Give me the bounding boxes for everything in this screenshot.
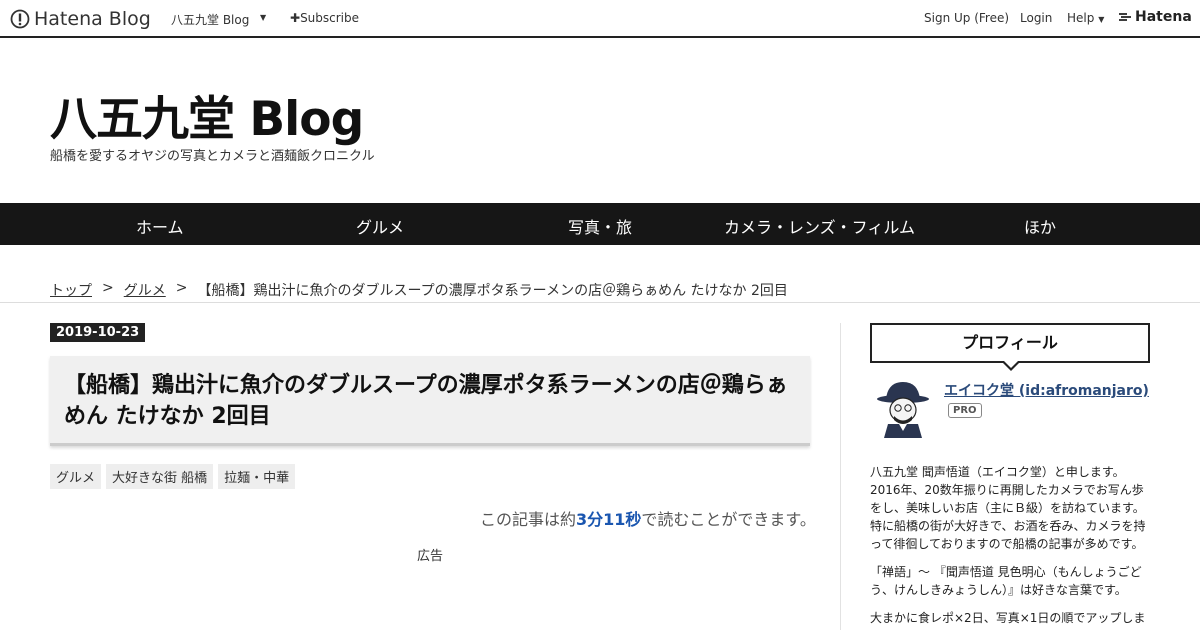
blog-name-link[interactable]: 八五九堂 Blog xyxy=(171,11,249,28)
profile-description: 八五九堂 聞声悟道（エイコク堂）と申します。2016年、20数年振りに再開したカ… xyxy=(870,463,1155,630)
blog-title[interactable]: 八五九堂 Blog xyxy=(50,80,364,149)
subscribe-label: Subscribe xyxy=(300,11,360,25)
reading-time-value: 3分11秒 xyxy=(576,510,642,529)
heading-arrow-inner xyxy=(1003,360,1019,368)
hatena-brand-label: Hatena xyxy=(1135,9,1192,25)
profile-paragraph: 八五九堂 聞声悟道（エイコク堂）と申します。2016年、20数年振りに再開したカ… xyxy=(870,465,1146,551)
plus-icon: ✚ xyxy=(290,11,301,25)
nav-item-photo-travel[interactable]: 写真・旅 xyxy=(568,214,632,238)
global-nav: ホーム グルメ 写真・旅 カメラ・レンズ・フィルム ほか xyxy=(0,203,1200,245)
breadcrumb: トップ > グルメ > 【船橋】鶏出汁に魚介のダブルスープの濃厚ポタ系ラーメンの… xyxy=(50,280,788,300)
blog-description: 船橋を愛するオヤジの写真とカメラと酒麺飯クロニクル xyxy=(50,149,375,164)
tag-gourmet[interactable]: グルメ xyxy=(50,464,102,489)
profile-paragraph: 「禅語」～ 『聞声悟道 見色明心（もんしょうごどう、けんしきみょうしん）』は好き… xyxy=(870,565,1142,597)
pro-badge: PRO xyxy=(948,403,982,418)
hatena-blog-logo[interactable]: Hatena Blog xyxy=(10,7,151,31)
nav-item-other[interactable]: ほか xyxy=(1024,214,1056,238)
profile-paragraph: 大まかに食レポ×2日、写真×1日の順でアップしま xyxy=(870,611,1146,625)
article-tags: グルメ 大好きな街 船橋 拉麺・中華 xyxy=(50,464,296,489)
article-date[interactable]: 2019-10-23 xyxy=(50,323,146,342)
article-title[interactable]: 【船橋】鶏出汁に魚介のダブルスープの濃厚ポタ系ラーメンの店＠鶏らぁめん たけなか… xyxy=(64,370,796,432)
reading-time-prefix: この記事は約 xyxy=(480,510,577,529)
breadcrumb-separator: > xyxy=(102,280,114,296)
profile-heading: プロフィール xyxy=(870,323,1150,363)
avatar[interactable] xyxy=(872,378,934,440)
signup-link[interactable]: Sign Up (Free) xyxy=(924,11,1009,25)
help-label: Help xyxy=(1067,11,1095,25)
tag-funabashi[interactable]: 大好きな街 船橋 xyxy=(106,464,214,489)
ad-label: 広告 xyxy=(417,549,444,564)
nav-item-home[interactable]: ホーム xyxy=(136,214,184,238)
chevron-down-icon: ▼ xyxy=(1098,15,1105,24)
hatena-brand-link[interactable]: Hatena xyxy=(1118,9,1192,25)
tag-ramen[interactable]: 拉麺・中華 xyxy=(218,464,296,489)
reading-time: この記事は約3分11秒で読むことができます。 xyxy=(480,506,816,530)
breadcrumb-current: 【船橋】鶏出汁に魚介のダブルスープの濃厚ポタ系ラーメンの店＠鶏らぁめん たけなか… xyxy=(197,283,788,299)
breadcrumb-separator: > xyxy=(175,280,188,296)
nav-item-camera[interactable]: カメラ・レンズ・フィルム xyxy=(724,214,915,238)
chevron-down-icon[interactable]: ▼ xyxy=(260,13,266,22)
column-divider xyxy=(840,323,841,630)
profile-name-link[interactable]: エイコク堂 (id:afromanjaro) xyxy=(944,380,1149,400)
hatena-topbar: Hatena Blog 八五九堂 Blog ▼ ✚Subscribe Sign … xyxy=(0,0,1200,38)
article-title-box: 【船橋】鶏出汁に魚介のダブルスープの濃厚ポタ系ラーメンの店＠鶏らぁめん たけなか… xyxy=(50,356,810,446)
divider xyxy=(0,302,1200,303)
hatena-logo-icon xyxy=(10,9,30,29)
breadcrumb-top-link[interactable]: トップ xyxy=(50,280,92,300)
hatena-wave-icon xyxy=(1119,13,1131,21)
login-link[interactable]: Login xyxy=(1020,11,1052,25)
help-menu[interactable]: Help ▼ xyxy=(1067,11,1104,25)
reading-time-suffix: で読むことができます。 xyxy=(641,510,816,529)
breadcrumb-category-link[interactable]: グルメ xyxy=(124,280,166,300)
subscribe-button[interactable]: ✚Subscribe xyxy=(290,11,359,25)
nav-item-gourmet[interactable]: グルメ xyxy=(356,214,404,238)
logo-text: Hatena Blog xyxy=(34,8,151,30)
